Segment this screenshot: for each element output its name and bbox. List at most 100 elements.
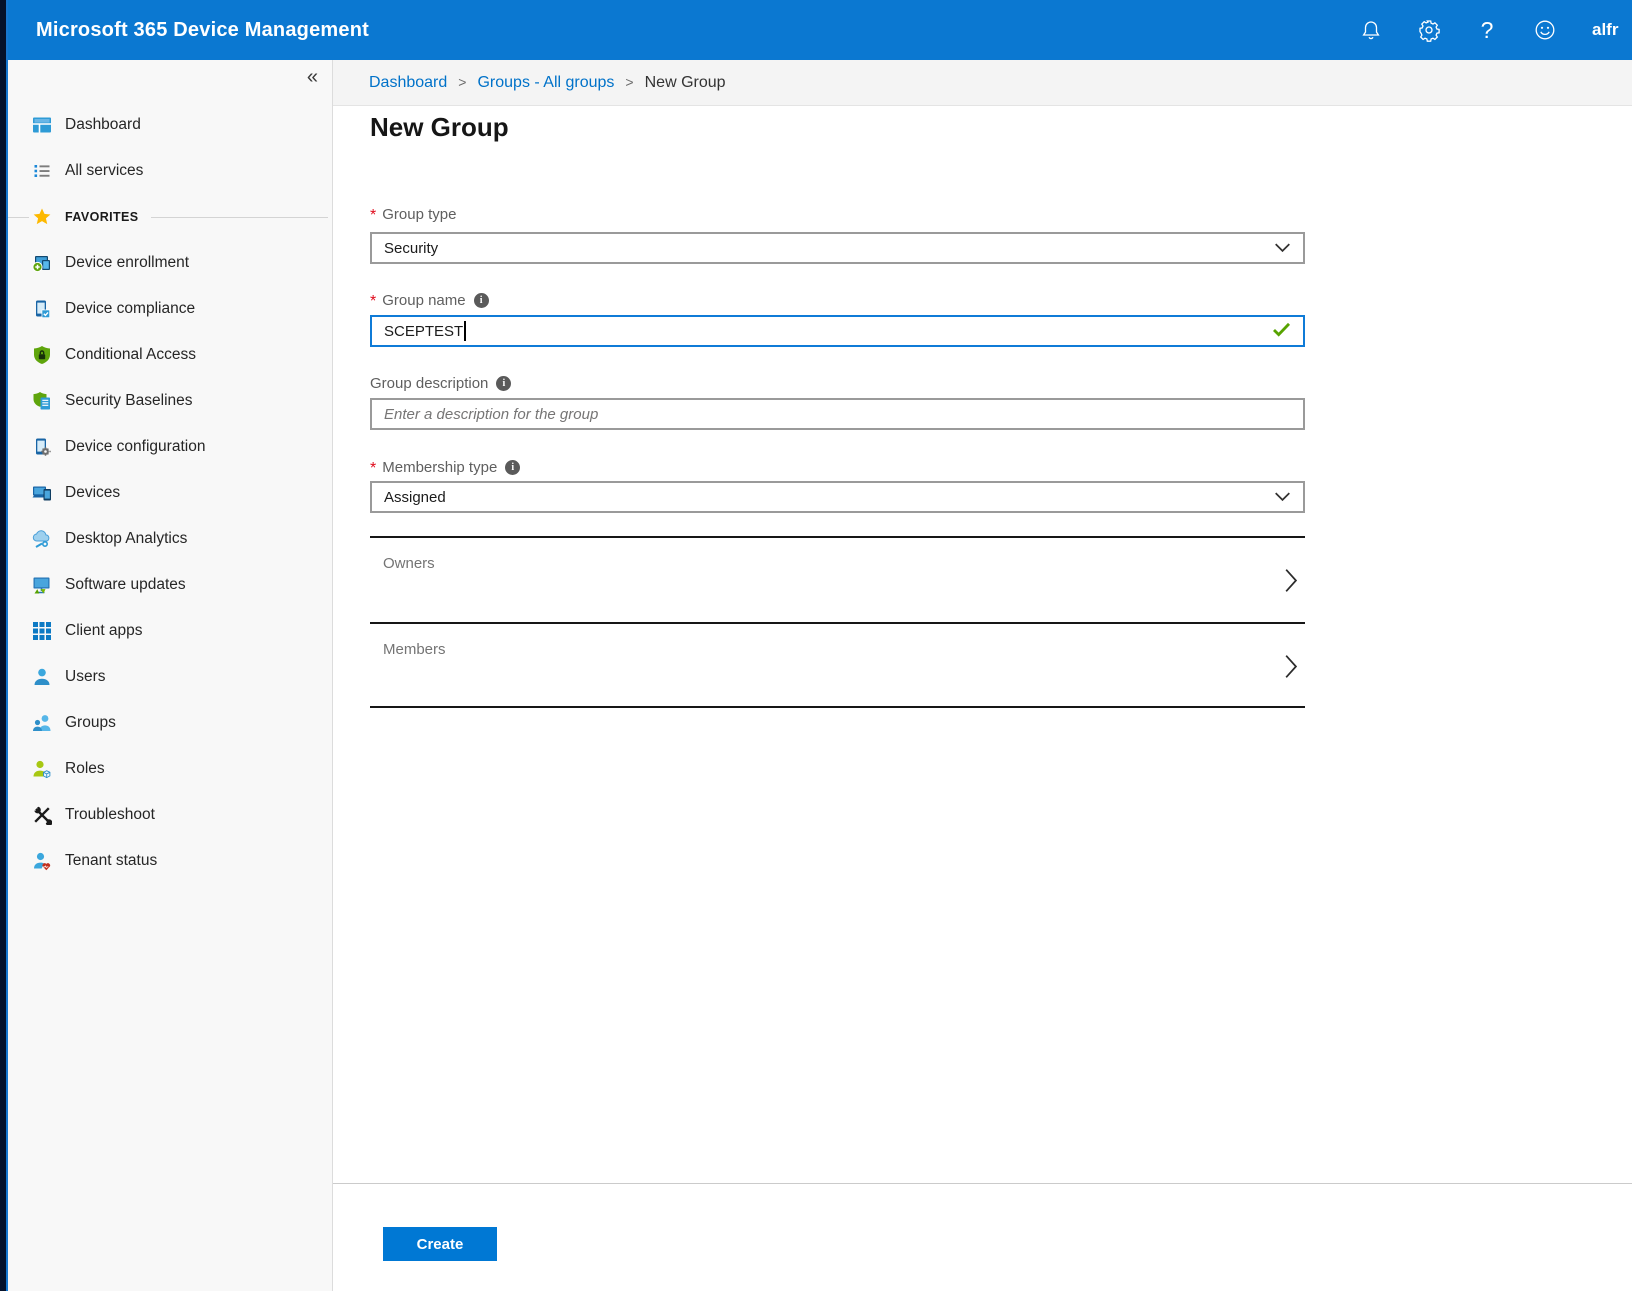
sidebar-item-label: Desktop Analytics [65,530,187,548]
software-updates-icon [32,575,52,595]
membership-type-value: Assigned [384,489,446,506]
sidebar-item-device-compliance[interactable]: Device compliance [8,286,332,332]
sidebar-item-label: Software updates [65,576,186,594]
label-text: Group name [382,292,465,309]
sidebar-item-devices[interactable]: Devices [8,470,332,516]
help-glyph: ? [1481,17,1494,44]
group-description-label: Group description i [370,373,511,393]
sidebar: « Dashboard All services FAVORITES Devic… [8,60,333,1291]
sidebar-item-label: Roles [65,760,105,778]
sidebar-collapse-button[interactable]: « [307,66,318,89]
help-icon[interactable]: ? [1474,17,1500,43]
sidebar-item-roles[interactable]: Roles [8,746,332,792]
sidebar-item-client-apps[interactable]: Client apps [8,608,332,654]
sidebar-item-all-services[interactable]: All services [8,148,332,194]
info-icon[interactable]: i [505,460,520,475]
favorites-label: FAVORITES [65,210,139,224]
group-type-value: Security [384,240,438,257]
sidebar-item-device-enrollment[interactable]: Device enrollment [8,240,332,286]
device-compliance-icon [32,299,52,319]
blade-footer: Create [333,1183,1632,1291]
owners-label: Owners [383,555,435,572]
sidebar-item-label: Device enrollment [65,254,189,272]
chevron-right-icon [1284,653,1297,685]
sidebar-item-label: All services [65,162,143,180]
sidebar-item-label: Conditional Access [65,346,196,364]
security-baselines-icon [32,391,52,411]
users-icon [32,667,52,687]
settings-gear-icon[interactable] [1416,17,1442,43]
required-asterisk: * [370,207,376,225]
members-row[interactable]: Members [370,622,1305,708]
group-description-input[interactable]: Enter a description for the group [370,398,1305,430]
sidebar-item-label: Users [65,668,105,686]
breadcrumb: Dashboard>Groups - All groups>New Group [333,60,1632,105]
sidebar-item-label: Client apps [65,622,143,640]
sidebar-item-label: Dashboard [65,116,141,134]
window-edge-accent [6,0,8,1291]
create-button[interactable]: Create [383,1227,497,1261]
sidebar-item-tenant-status[interactable]: Tenant status [8,838,332,884]
required-asterisk: * [370,460,376,478]
sidebar-item-groups[interactable]: Groups [8,700,332,746]
sidebar-item-label: Device configuration [65,438,205,456]
sidebar-item-label: Devices [65,484,120,502]
sidebar-item-troubleshoot[interactable]: Troubleshoot [8,792,332,838]
sidebar-item-conditional-access[interactable]: Conditional Access [8,332,332,378]
membership-type-select[interactable]: Assigned [370,481,1305,513]
required-asterisk: * [370,293,376,311]
owners-row[interactable]: Owners [370,536,1305,622]
new-group-blade: New Group * Group type Security * Group … [333,105,1632,1291]
breadcrumb-link-groups-all-groups[interactable]: Groups - All groups [477,74,614,91]
conditional-access-icon [32,345,52,365]
sidebar-favorites-heading: FAVORITES [8,194,332,240]
favorites-star-icon [32,207,52,227]
feedback-smiley-icon[interactable] [1532,17,1558,43]
sidebar-item-device-configuration[interactable]: Device configuration [8,424,332,470]
group-name-input[interactable]: SCEPTEST [370,315,1305,347]
top-header-bar: Microsoft 365 Device Management ? alfr [6,0,1632,60]
troubleshoot-icon [32,805,52,825]
dashboard-icon [32,115,52,135]
label-text: Membership type [382,459,497,476]
sidebar-item-label: Security Baselines [65,392,193,410]
page-title: New Group [370,112,509,143]
sidebar-item-users[interactable]: Users [8,654,332,700]
notifications-bell-icon[interactable] [1358,17,1384,43]
device-configuration-icon [32,437,52,457]
group-type-select[interactable]: Security [370,232,1305,264]
group-name-label: * Group name i [370,290,489,310]
info-icon[interactable]: i [474,293,489,308]
signed-in-user[interactable]: alfr [1592,0,1618,60]
group-description-placeholder: Enter a description for the group [384,406,598,423]
members-label: Members [383,641,446,658]
sidebar-item-desktop-analytics[interactable]: Desktop Analytics [8,516,332,562]
devices-icon [32,483,52,503]
sidebar-item-software-updates[interactable]: Software updates [8,562,332,608]
breadcrumb-separator: > [458,74,466,90]
breadcrumb-link-dashboard[interactable]: Dashboard [369,74,447,91]
sidebar-item-dashboard[interactable]: Dashboard [8,102,332,148]
breadcrumb-bar: Dashboard>Groups - All groups>New Group [333,60,1632,105]
tenant-status-icon [32,851,52,871]
device-enrollment-icon [32,253,52,273]
membership-type-label: * Membership type i [370,457,520,477]
group-type-label: * Group type [370,204,456,224]
chevron-down-icon [1274,489,1291,506]
divider [151,217,328,218]
sidebar-item-label: Groups [65,714,116,732]
label-text: Group description [370,375,488,392]
window-edge-strip [0,0,6,1291]
groups-icon [32,713,52,733]
divider [8,217,29,218]
sidebar-item-label: Troubleshoot [65,806,155,824]
sidebar-item-label: Tenant status [65,852,157,870]
all-services-icon [32,161,52,181]
info-icon[interactable]: i [496,376,511,391]
breadcrumb-separator: > [625,74,633,90]
client-apps-icon [32,621,52,641]
valid-check-icon [1272,322,1291,341]
sidebar-item-security-baselines[interactable]: Security Baselines [8,378,332,424]
desktop-analytics-icon [32,529,52,549]
group-name-value: SCEPTEST [384,323,463,340]
